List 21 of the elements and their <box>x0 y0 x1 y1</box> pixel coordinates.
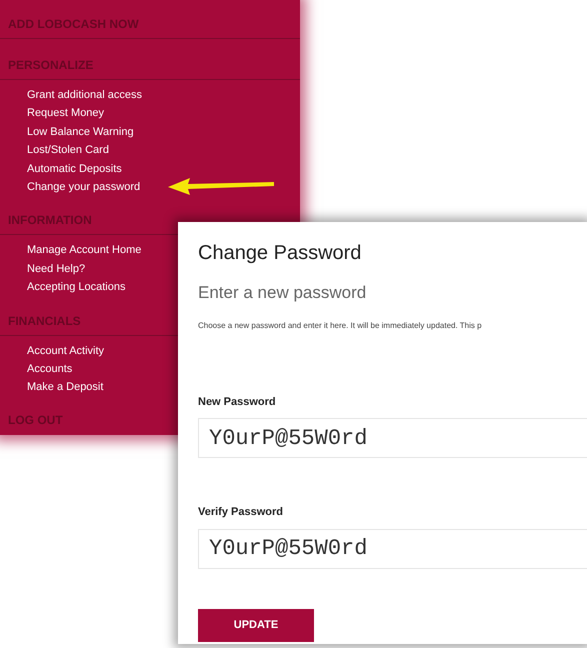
menu-link[interactable]: Need Help? <box>27 260 86 278</box>
update-button[interactable]: UPDATE <box>198 608 314 642</box>
menu-link[interactable]: Grant additional access <box>27 86 142 104</box>
menu-link[interactable]: Automatic Deposits <box>27 160 122 178</box>
menu-link[interactable]: Low Balance Warning <box>27 122 134 142</box>
password-field[interactable]: Y0urP@55W0rd <box>198 418 587 458</box>
card-subtitle: Enter a new password <box>198 282 366 304</box>
menu-link[interactable]: Accepting Locations <box>27 278 126 297</box>
menu-link[interactable]: Lost/Stolen Card <box>27 141 109 160</box>
menu-link[interactable]: Manage Account Home <box>27 241 142 260</box>
menu-link[interactable]: Request Money <box>27 104 104 123</box>
menu-link[interactable]: Account Activity <box>27 342 104 360</box>
menu-link[interactable]: Change your password <box>27 178 140 196</box>
arrow-icon <box>166 176 276 196</box>
description-text: Choose a new password and enter it here. It will be immediately updated. This p <box>198 320 482 332</box>
card-title: Change Password <box>198 241 362 266</box>
field-label: New Password <box>198 394 276 410</box>
field-label: Verify Password <box>198 505 283 520</box>
password-field[interactable]: Y0urP@55W0rd <box>198 528 587 568</box>
menu-link[interactable]: Make a Deposit <box>27 378 104 397</box>
menu-link[interactable]: Accounts <box>27 360 72 378</box>
